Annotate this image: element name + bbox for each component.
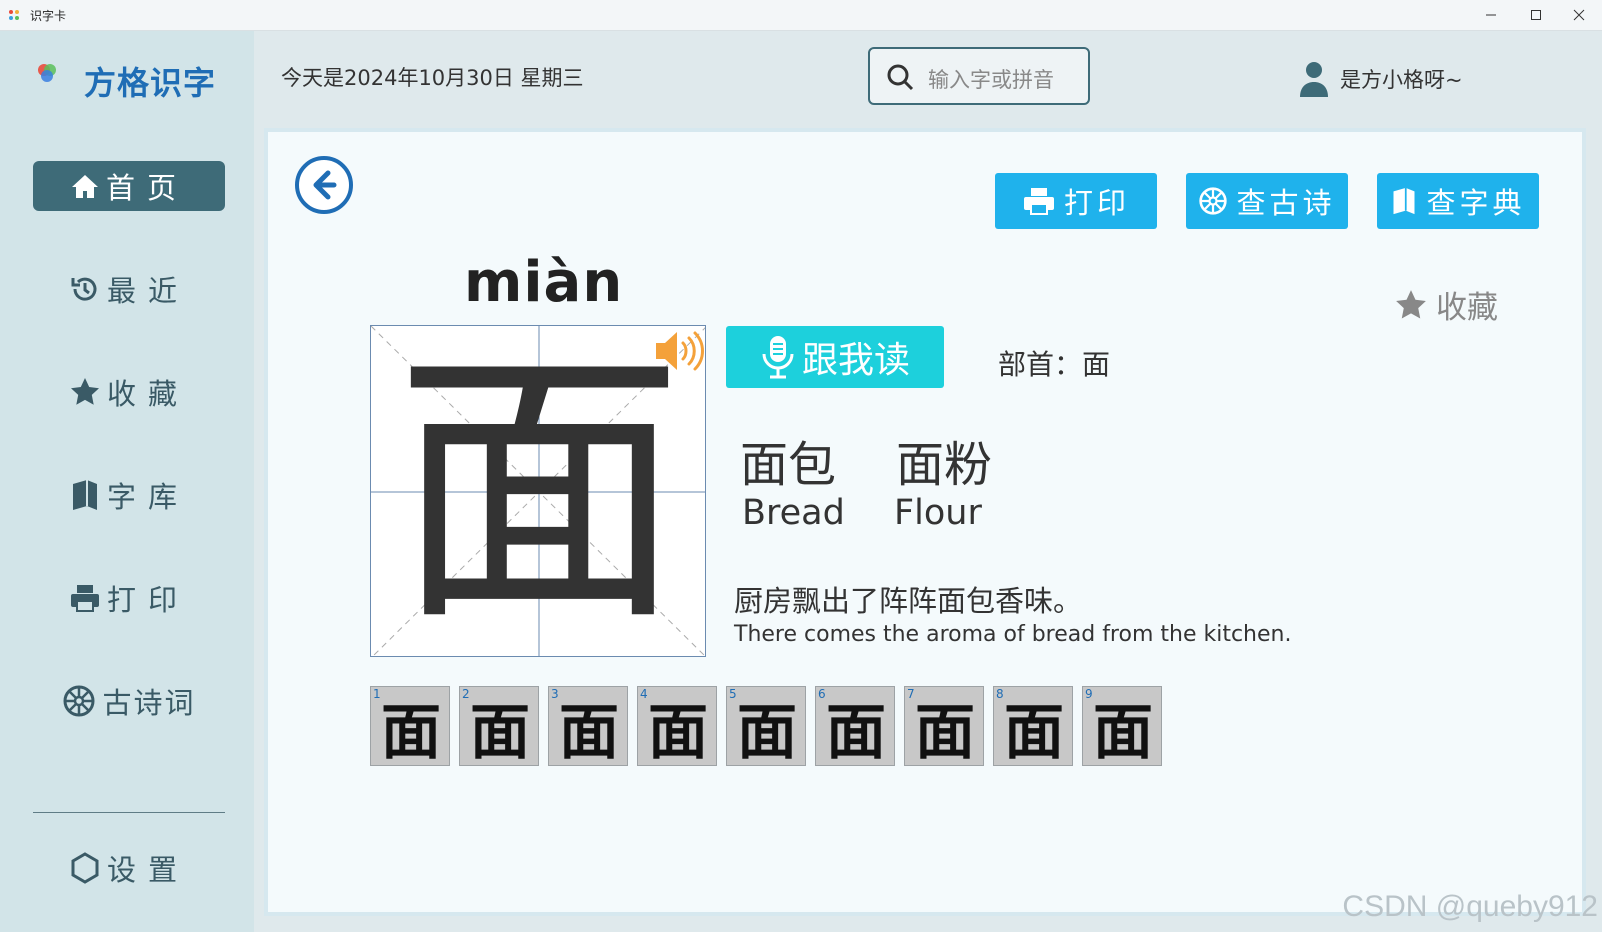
stroke-character: 面	[559, 697, 619, 766]
hexagon-icon	[71, 852, 99, 884]
stroke-number: 8	[996, 687, 1004, 701]
stroke-step[interactable]: 面 5	[726, 686, 806, 766]
stroke-number: 2	[462, 687, 470, 701]
stroke-step[interactable]: 面 6	[815, 686, 895, 766]
minimize-button[interactable]	[1468, 0, 1514, 30]
window-title: 识字卡	[30, 9, 67, 23]
stroke-character: 面	[826, 697, 886, 766]
stroke-character: 面	[1004, 697, 1064, 766]
example-sentence-en: There comes the aroma of bread from the …	[734, 622, 1292, 647]
brand-title: 方格识字	[84, 64, 217, 102]
book-icon	[72, 480, 97, 510]
sidebar-item-label: 首页	[105, 171, 188, 205]
stroke-character: 面	[915, 697, 975, 766]
sidebar-item-favorites[interactable]: 收藏	[33, 367, 225, 417]
stroke-step[interactable]: 面 1	[370, 686, 450, 766]
sidebar-divider	[33, 812, 225, 813]
poem-icon	[1199, 187, 1228, 215]
maximize-button[interactable]	[1513, 0, 1559, 30]
stroke-step[interactable]: 面 4	[637, 686, 717, 766]
poem-button-label: 查古诗	[1236, 186, 1336, 220]
favorite-button[interactable]: 收藏	[1394, 282, 1498, 327]
maximize-icon	[1531, 10, 1541, 20]
stroke-character: 面	[470, 697, 530, 766]
app-icon	[9, 10, 19, 20]
close-icon	[1573, 9, 1585, 21]
sidebar-item-label: 字库	[106, 480, 189, 514]
stroke-step[interactable]: 面 3	[548, 686, 628, 766]
favorite-label: 收藏	[1436, 290, 1498, 326]
stroke-number: 9	[1085, 687, 1093, 701]
sidebar-item-settings[interactable]: 设置	[33, 843, 225, 893]
poem-button[interactable]: 查古诗	[1186, 173, 1348, 229]
stroke-character: 面	[381, 697, 441, 766]
print-button-label: 打印	[1063, 186, 1130, 220]
user-name: 是方小格呀~	[1340, 68, 1463, 92]
sidebar-item-label: 古诗词	[102, 686, 196, 720]
date-label: 今天是2024年10月30日 星期三	[281, 66, 584, 90]
search-icon	[887, 64, 914, 91]
microphone-icon	[762, 336, 794, 379]
sidebar-item-label: 设置	[106, 853, 189, 887]
print-button[interactable]: 打印	[995, 173, 1157, 229]
printer-icon	[1023, 188, 1054, 215]
star-icon	[70, 378, 99, 405]
pinyin: miàn	[464, 250, 624, 315]
poem-icon	[63, 685, 95, 717]
sidebar-item-label: 打印	[106, 583, 189, 617]
stroke-step[interactable]: 面 7	[904, 686, 984, 766]
dictionary-button-label: 查字典	[1426, 186, 1526, 220]
history-icon	[71, 277, 97, 301]
title-bar: 识字卡	[0, 0, 1602, 31]
main-character: 面	[394, 325, 684, 657]
speaker-icon[interactable]	[654, 328, 706, 374]
home-icon	[71, 175, 98, 198]
book-icon	[1393, 187, 1415, 215]
sidebar-item-poems[interactable]: 古诗词	[33, 676, 225, 726]
stroke-step[interactable]: 面 9	[1082, 686, 1162, 766]
sidebar-item-library[interactable]: 字库	[33, 470, 225, 520]
stroke-number: 4	[640, 687, 648, 701]
stroke-step[interactable]: 面 8	[993, 686, 1073, 766]
word-zh: 面粉	[896, 437, 993, 493]
sidebar-item-print[interactable]: 打印	[33, 573, 225, 623]
search-input[interactable]: 输入字或拼音	[928, 64, 1054, 94]
read-along-label: 跟我读	[801, 340, 910, 381]
stroke-character: 面	[737, 697, 797, 766]
dictionary-button[interactable]: 查字典	[1377, 173, 1539, 229]
star-icon	[1396, 289, 1426, 318]
sidebar-item-home[interactable]: 首页	[33, 161, 225, 211]
sidebar-item-recent[interactable]: 最近	[33, 264, 225, 314]
printer-icon	[70, 585, 99, 612]
user-menu[interactable]: 是方小格呀~	[1298, 60, 1463, 98]
read-along-button[interactable]: 跟我读	[726, 326, 944, 388]
stroke-number: 1	[373, 687, 381, 701]
stroke-character: 面	[648, 697, 708, 766]
back-button[interactable]	[294, 155, 354, 215]
example-sentence-zh: 厨房飘出了阵阵面包香味。	[734, 584, 1083, 618]
word-zh: 面包	[740, 437, 837, 493]
stroke-step[interactable]: 面 2	[459, 686, 539, 766]
stroke-number: 6	[818, 687, 826, 701]
close-button[interactable]	[1556, 0, 1602, 30]
word-en: Flour	[894, 493, 982, 533]
radical-label: 部首：面	[998, 348, 1111, 381]
stroke-character: 面	[1093, 697, 1153, 766]
watermark: CSDN @queby912	[1342, 890, 1598, 923]
stroke-number: 7	[907, 687, 915, 701]
character-grid: 面	[370, 325, 706, 657]
sidebar-item-label: 收藏	[106, 377, 189, 411]
word-en: Bread	[742, 493, 845, 533]
search-box[interactable]: 输入字或拼音	[868, 47, 1090, 105]
logo-icon	[38, 64, 56, 82]
stroke-number: 5	[729, 687, 737, 701]
minimize-icon	[1486, 14, 1496, 16]
user-avatar-icon	[1300, 62, 1328, 97]
sidebar-item-label: 最近	[106, 274, 189, 308]
stroke-number: 3	[551, 687, 559, 701]
